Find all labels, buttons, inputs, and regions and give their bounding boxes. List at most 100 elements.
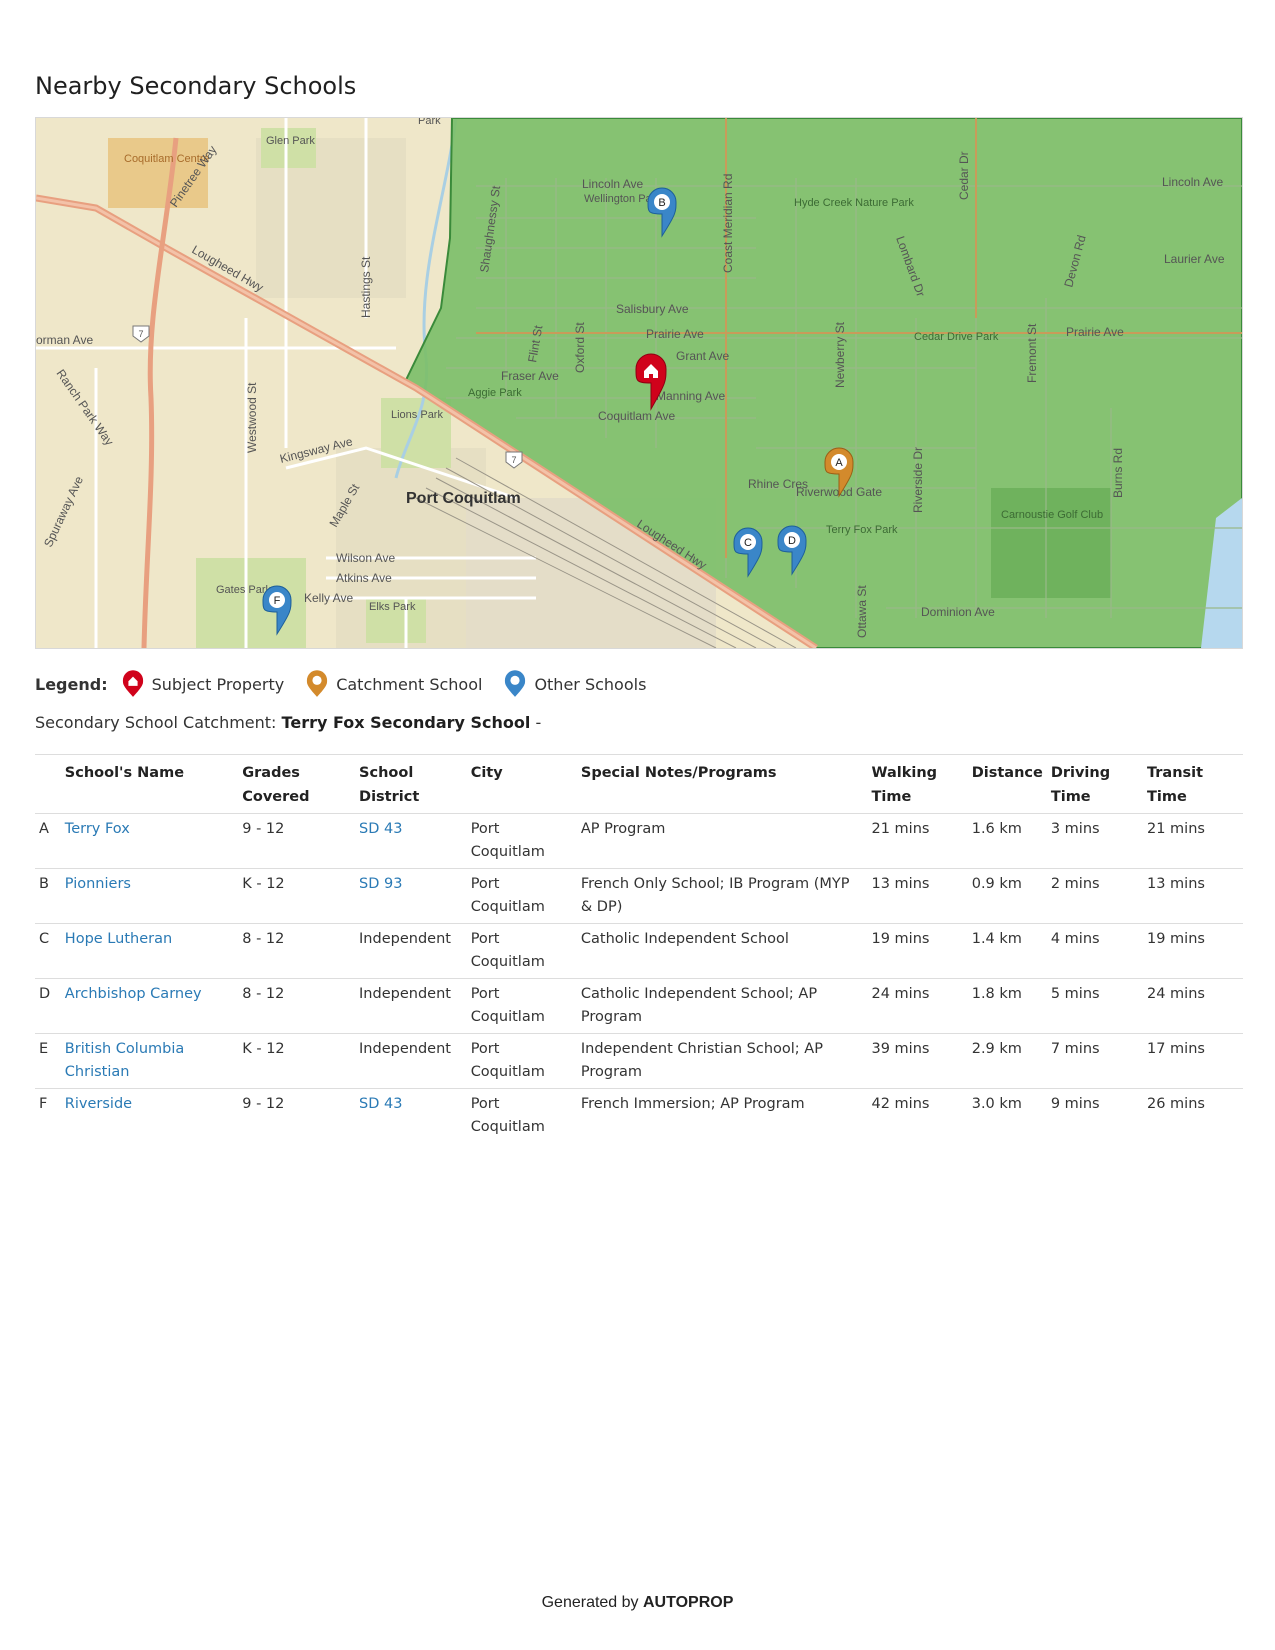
svg-text:Lincoln Ave: Lincoln Ave [582, 177, 643, 191]
grades: 9 - 12 [242, 821, 285, 837]
header-name: School's Name [64, 765, 185, 781]
row-letter: E [39, 1041, 49, 1057]
district-link[interactable]: SD 43 [359, 1096, 402, 1112]
table-header-row: School's Name Grades Covered School Distri… [35, 754, 1243, 814]
svg-text:F: F [274, 595, 281, 607]
grades: 9 - 12 [242, 1096, 285, 1112]
city: Port Coquitlam [470, 931, 545, 970]
schools-table: School's Name Grades Covered School Distri… [35, 754, 1243, 1143]
table-row: E British Columbia Christian K - 12 Inde… [35, 1034, 1243, 1089]
svg-text:Riverside Dr: Riverside Dr [911, 447, 925, 513]
catchment-school: Terry Fox Secondary School [281, 713, 531, 732]
notes: AP Program [580, 821, 666, 837]
svg-text:orman Ave: orman Ave [36, 333, 93, 347]
row-letter: D [39, 986, 51, 1002]
walking-time: 39 mins [871, 1041, 930, 1057]
svg-text:Grant Ave: Grant Ave [676, 349, 729, 363]
schools-table-wrapper: School's Name Grades Covered School Distri… [35, 754, 1243, 1143]
notes: French Immersion; AP Program [580, 1096, 805, 1112]
grades: 8 - 12 [242, 986, 285, 1002]
svg-text:Cedar Dr: Cedar Dr [957, 151, 971, 200]
golf-area [991, 488, 1111, 598]
row-letter: B [39, 876, 49, 892]
label-aggie-park: Aggie Park [468, 387, 522, 399]
row-letter: F [39, 1096, 48, 1112]
school-link-hope-lutheran[interactable]: Hope Lutheran [65, 931, 172, 947]
label-cedar-drive-park: Cedar Drive Park [914, 331, 999, 343]
legend-item-other: Other Schools [504, 669, 646, 699]
transit-time: 17 mins [1146, 1041, 1205, 1057]
walking-time: 42 mins [871, 1096, 930, 1112]
label-hyde-creek: Hyde Creek Nature Park [794, 197, 914, 209]
svg-text:Prairie Ave: Prairie Ave [1066, 325, 1124, 339]
legend-label-other: Other Schools [534, 674, 647, 694]
table-row: C Hope Lutheran 8 - 12 Independent Port … [35, 924, 1243, 979]
school-link-riverside[interactable]: Riverside [65, 1096, 132, 1112]
table-row: D Archbishop Carney 8 - 12 Independent P… [35, 979, 1243, 1034]
catchment-label: Secondary School Catchment: [35, 713, 277, 732]
svg-text:Ottawa St: Ottawa St [855, 585, 869, 638]
other-school-pin-icon [505, 670, 526, 697]
svg-text:B: B [658, 197, 665, 209]
svg-text:Prairie Ave: Prairie Ave [646, 327, 704, 341]
distance: 1.4 km [971, 931, 1022, 947]
header-grades: Grades Covered [242, 765, 310, 805]
header-district: School District [359, 765, 420, 805]
label-lions-park: Lions Park [391, 409, 443, 421]
school-link-terry-fox[interactable]: Terry Fox [65, 821, 130, 837]
subject-pin-icon [122, 670, 143, 697]
school-link-archbishop-carney[interactable]: Archbishop Carney [65, 986, 202, 1002]
walking-time: 24 mins [871, 986, 930, 1002]
svg-text:Coquitlam Ave: Coquitlam Ave [598, 409, 675, 423]
svg-text:Laurier Ave: Laurier Ave [1164, 252, 1225, 266]
svg-text:A: A [835, 457, 843, 469]
school-link-pionniers[interactable]: Pionniers [65, 876, 131, 892]
district-link[interactable]: SD 93 [359, 876, 402, 892]
legend-item-catchment: Catchment School [306, 669, 482, 699]
svg-text:Coast Meridian Rd: Coast Meridian Rd [721, 174, 735, 273]
footer-brand: AUTOPROP [643, 1594, 734, 1611]
label-terry-fox-park: Terry Fox Park [826, 524, 898, 536]
district: Independent [359, 1041, 451, 1057]
distance: 1.6 km [971, 821, 1022, 837]
svg-text:Lincoln Ave: Lincoln Ave [1162, 175, 1223, 189]
notes: Catholic Independent School; AP Program [580, 986, 818, 1025]
svg-text:Hastings St: Hastings St [359, 256, 373, 318]
svg-text:C: C [744, 537, 752, 549]
legend-item-subject: Subject Property [122, 669, 285, 699]
svg-text:Fremont St: Fremont St [1025, 323, 1039, 383]
notes: Catholic Independent School [580, 931, 789, 947]
driving-time: 7 mins [1050, 1041, 1100, 1057]
legend-label-subject: Subject Property [151, 674, 285, 694]
svg-text:Manning Ave: Manning Ave [656, 389, 725, 403]
svg-text:Salisbury Ave: Salisbury Ave [616, 302, 689, 316]
district-link[interactable]: SD 43 [359, 821, 402, 837]
walking-time: 19 mins [871, 931, 930, 947]
svg-text:Oxford St: Oxford St [573, 322, 587, 373]
label-park-top: Park [418, 118, 441, 127]
school-link-bc-christian[interactable]: British Columbia Christian [65, 1041, 184, 1080]
driving-time: 3 mins [1050, 821, 1100, 837]
district: Independent [359, 931, 451, 947]
label-gates-park: Gates Park [216, 584, 272, 596]
label-port-coquitlam: Port Coquitlam [406, 490, 521, 507]
notes: Independent Christian School; AP Program [580, 1041, 823, 1080]
distance: 0.9 km [971, 876, 1022, 892]
svg-text:Westwood St: Westwood St [245, 382, 259, 453]
table-row: F Riverside 9 - 12 SD 43 Port Coquitlam … [35, 1089, 1243, 1144]
transit-time: 26 mins [1146, 1096, 1205, 1112]
driving-time: 4 mins [1050, 931, 1100, 947]
catchment-suffix: - [535, 713, 542, 732]
grades: K - 12 [242, 1041, 285, 1057]
school-map[interactable]: 7 7 Glen Park Coquitlam Centre Park Well… [35, 117, 1243, 649]
table-row: A Terry Fox 9 - 12 SD 43 Port Coquitlam … [35, 814, 1243, 869]
legend-title: Legend: [35, 674, 108, 694]
table-row: B Pionniers K - 12 SD 93 Port Coquitlam … [35, 869, 1243, 924]
city: Port Coquitlam [470, 1096, 545, 1135]
grades: 8 - 12 [242, 931, 285, 947]
city: Port Coquitlam [470, 876, 545, 915]
label-glen-park: Glen Park [266, 135, 315, 147]
city: Port Coquitlam [470, 986, 545, 1025]
label-carnoustie: Carnoustie Golf Club [1001, 509, 1103, 521]
footer-prefix: Generated by [541, 1594, 639, 1611]
